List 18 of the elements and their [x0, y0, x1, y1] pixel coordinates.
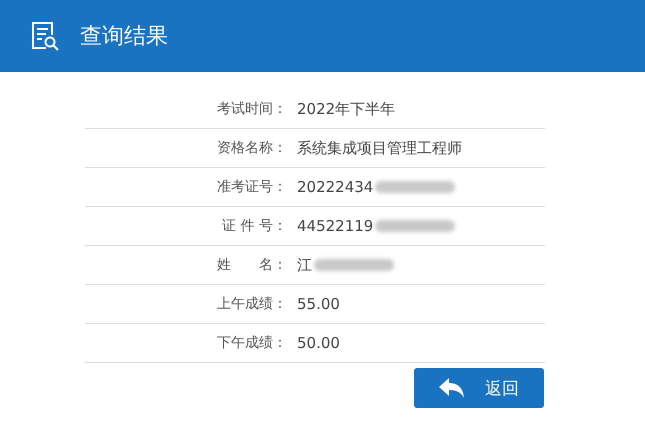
field-label: 下午成绩： — [216, 334, 287, 352]
field-label: 准考证号： — [216, 178, 287, 196]
field-value: 2022年下半年 — [297, 100, 396, 118]
field-value: 系统集成项目管理工程师 — [297, 138, 462, 158]
field-value: 50.00 — [297, 334, 340, 352]
field-value: 20222434 — [297, 178, 374, 196]
field-value: 44522119 — [297, 217, 374, 235]
field-label: 上午成绩： — [216, 295, 287, 313]
field-label: 姓 名： — [216, 256, 287, 274]
field-value: 55.00 — [297, 295, 340, 313]
back-button[interactable]: 返回 — [414, 368, 544, 408]
page-title: 查询结果 — [80, 23, 168, 51]
field-label: 资格名称： — [216, 139, 287, 157]
document-search-icon — [30, 21, 60, 51]
field-label: 证 件 号： — [221, 217, 287, 235]
field-value: 江 — [297, 256, 312, 274]
reply-arrow-icon — [439, 378, 465, 398]
field-label: 考试时间： — [216, 100, 287, 118]
